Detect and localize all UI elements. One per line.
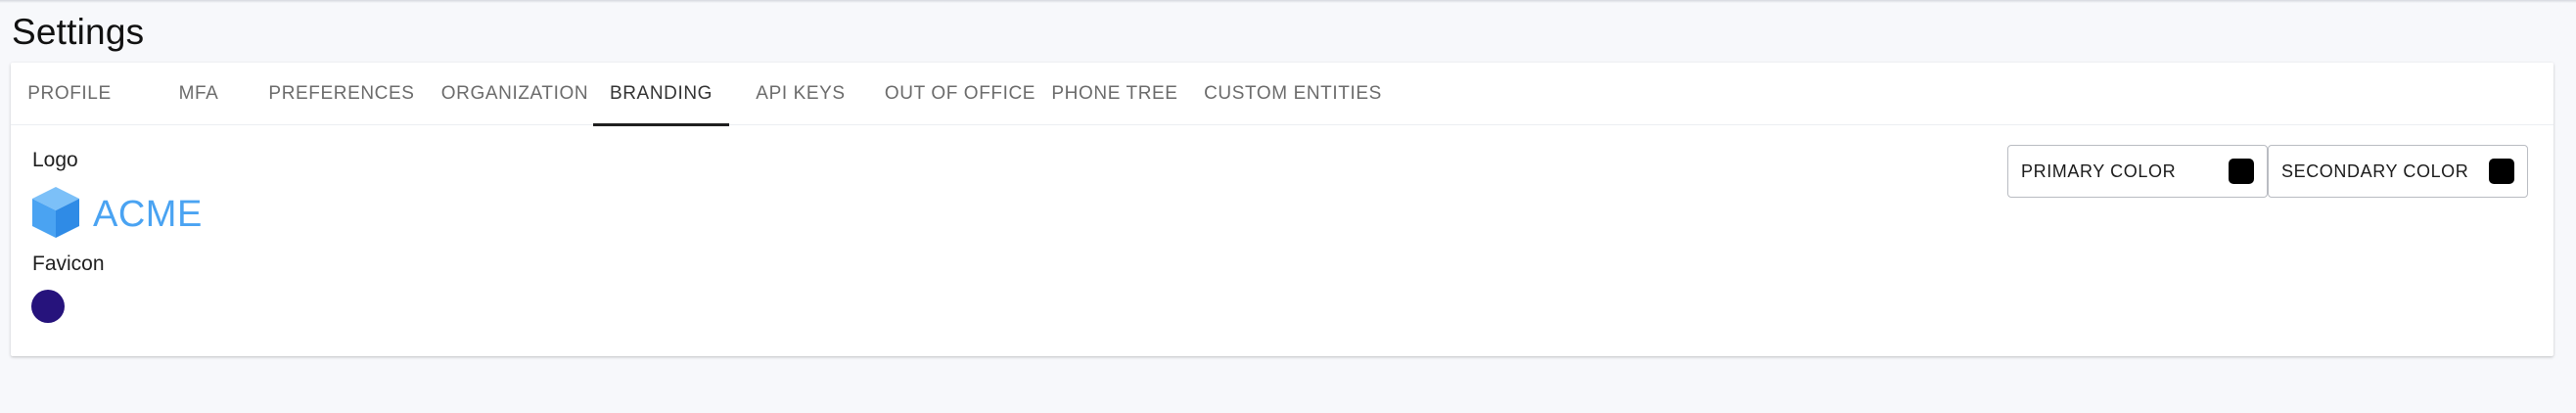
secondary-color-label: SECONDARY COLOR (2281, 161, 2469, 181)
tab-api-keys[interactable]: API KEYS (733, 63, 868, 125)
primary-color-field[interactable]: PRIMARY COLOR (2007, 145, 2268, 198)
tab-profile[interactable]: PROFILE (11, 63, 128, 125)
logo-label: Logo (32, 149, 78, 171)
favicon[interactable] (31, 290, 65, 323)
secondary-color-field[interactable]: SECONDARY COLOR (2268, 145, 2528, 198)
tab-preferences[interactable]: PREFERENCES (260, 63, 423, 125)
secondary-color-swatch[interactable] (2489, 159, 2514, 184)
tab-out-of-office[interactable]: OUT OF OFFICE (868, 63, 1052, 125)
logo[interactable]: ACME (30, 186, 203, 243)
settings-tabs: PROFILE MFA PREFERENCES ORGANIZATION BRA… (11, 63, 2553, 126)
tab-mfa[interactable]: MFA (141, 63, 256, 125)
top-shadow (0, 0, 2576, 3)
favicon-label: Favicon (32, 252, 105, 275)
primary-color-swatch[interactable] (2229, 159, 2254, 184)
tab-phone-tree[interactable]: PHONE TREE (1036, 63, 1193, 125)
logo-text: ACME (93, 193, 203, 235)
page-title: Settings (12, 12, 145, 52)
primary-color-label: PRIMARY COLOR (2021, 161, 2177, 181)
tab-custom-entities[interactable]: CUSTOM ENTITIES (1188, 63, 1398, 125)
settings-card: PROFILE MFA PREFERENCES ORGANIZATION BRA… (11, 63, 2553, 356)
cube-icon (30, 185, 81, 245)
tab-branding[interactable]: BRANDING (593, 63, 729, 126)
tab-organization[interactable]: ORGANIZATION (425, 63, 605, 125)
